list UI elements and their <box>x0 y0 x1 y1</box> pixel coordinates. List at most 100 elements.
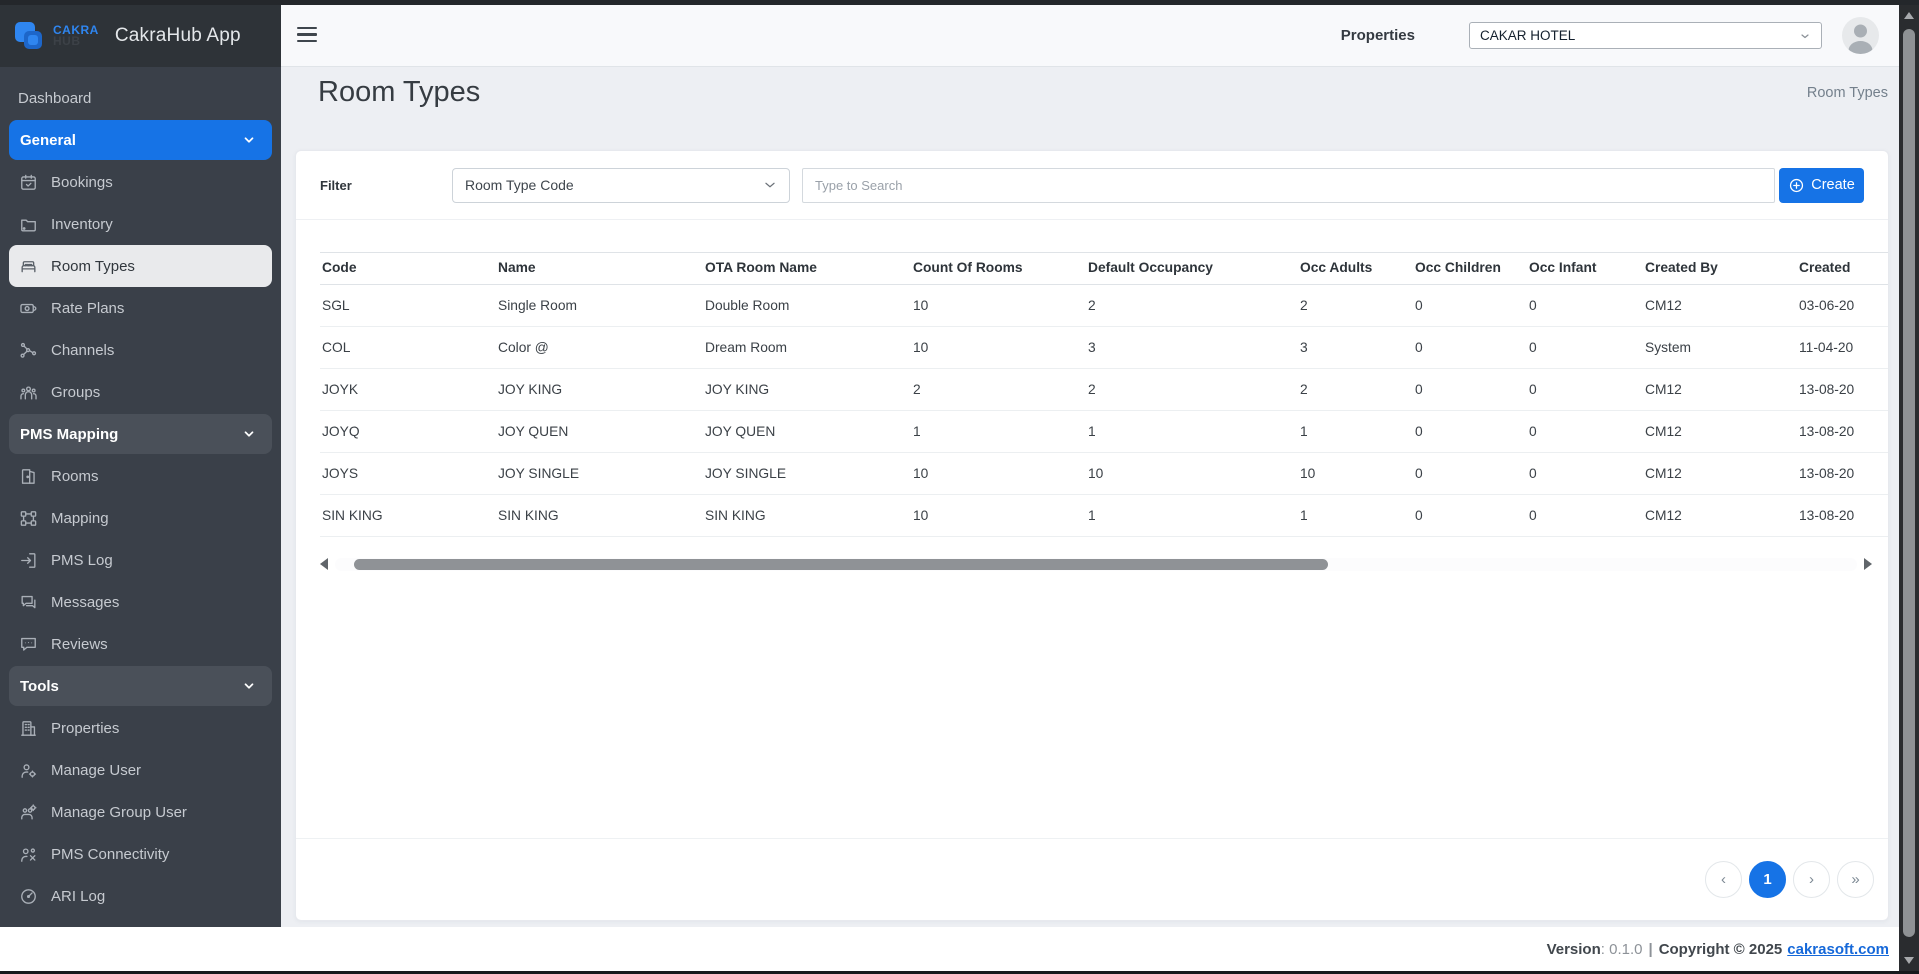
copyright-text: Copyright © 2025 <box>1659 941 1783 958</box>
version-colon: : <box>1601 941 1609 958</box>
sidebar-section-general[interactable]: General <box>9 120 272 160</box>
column-header-count-of-rooms: Count Of Rooms <box>911 253 1086 285</box>
share-nodes-icon <box>18 340 38 360</box>
column-header-name: Name <box>496 253 703 285</box>
create-button-label: Create <box>1811 177 1855 193</box>
filter-type-select[interactable]: Room Type Code <box>452 168 790 203</box>
scroll-right-arrow-icon[interactable] <box>1864 558 1872 570</box>
table-row: JOYKJOY KINGJOY KING22200CM1213-08-20 <box>320 369 1888 411</box>
room-types-card: Filter Room Type Code Create Co <box>295 150 1889 921</box>
sidebar-item-pms-log[interactable]: PMS Log <box>0 539 281 581</box>
version-label: Version <box>1547 941 1601 958</box>
column-header-occ-adults: Occ Adults <box>1298 253 1413 285</box>
pagination-bar: ‹ 1 › » <box>296 838 1888 920</box>
sidebar-item-channels[interactable]: Channels <box>0 329 281 371</box>
circle-plus-icon <box>1788 177 1805 194</box>
user-avatar[interactable] <box>1842 17 1879 54</box>
sidebar-nav: Dashboard General Bookings Inventory Roo… <box>0 67 281 927</box>
table-row: SGLSingle RoomDouble Room102200CM1203-06… <box>320 285 1888 327</box>
filter-label: Filter <box>320 178 452 193</box>
sidebar-item-groups[interactable]: Groups <box>0 371 281 413</box>
column-header-occ-children: Occ Children <box>1413 253 1527 285</box>
horizontal-scrollbar-track[interactable] <box>335 558 1857 571</box>
table-row: SIN KINGSIN KINGSIN KING101100CM1213-08-… <box>320 495 1888 537</box>
sidebar: CAKRAHUB CakraHub App Dashboard General … <box>0 5 281 927</box>
folder-icon <box>18 214 38 234</box>
comment-stars-icon <box>18 634 38 654</box>
column-header-code: Code <box>320 253 496 285</box>
version-value: 0.1.0 <box>1609 941 1642 958</box>
sidebar-item-mapping[interactable]: Mapping <box>0 497 281 539</box>
sidebar-item-reviews[interactable]: Reviews <box>0 623 281 665</box>
column-header-created: Created <box>1797 253 1888 285</box>
search-input[interactable] <box>802 168 1775 203</box>
sidebar-item-manage-user[interactable]: Manage User <box>0 749 281 791</box>
pagination-prev-button[interactable]: ‹ <box>1705 861 1742 898</box>
chevron-down-icon <box>763 178 777 192</box>
column-header-created-by: Created By <box>1643 253 1797 285</box>
chevron-down-icon <box>242 133 256 147</box>
sidebar-item-inventory[interactable]: Inventory <box>0 203 281 245</box>
cakrahub-logo-icon: CAKRAHUB <box>14 20 99 52</box>
sidebar-item-rate-plans[interactable]: Rate Plans <box>0 287 281 329</box>
pagination-next-button[interactable]: › <box>1793 861 1830 898</box>
chevron-down-icon <box>242 427 256 441</box>
user-gear-icon <box>18 760 38 780</box>
scroll-left-arrow-icon[interactable] <box>320 558 328 570</box>
table-header-row: Code Name OTA Room Name Count Of Rooms D… <box>320 253 1888 285</box>
gauge-icon <box>18 886 38 906</box>
comments-icon <box>18 592 38 612</box>
table-row: COLColor @Dream Room103300System11-04-20 <box>320 327 1888 369</box>
sidebar-toggle-button[interactable] <box>297 27 317 43</box>
sidebar-section-pms-mapping[interactable]: PMS Mapping <box>9 414 272 454</box>
pagination-page-1-button[interactable]: 1 <box>1749 861 1786 898</box>
property-select[interactable]: CAKAR HOTEL <box>1469 22 1822 49</box>
money-icon <box>18 298 38 318</box>
horizontal-scrollbar-thumb[interactable] <box>354 559 1328 570</box>
room-types-table: Code Name OTA Room Name Count Of Rooms D… <box>320 252 1888 537</box>
column-header-occ-infant: Occ Infant <box>1527 253 1643 285</box>
vertical-scrollbar-thumb[interactable] <box>1903 29 1915 937</box>
brand[interactable]: CAKRAHUB CakraHub App <box>0 5 281 67</box>
chevron-down-icon <box>242 679 256 693</box>
filter-bar: Filter Room Type Code Create <box>296 151 1888 220</box>
sidebar-item-rooms[interactable]: Rooms <box>0 455 281 497</box>
vertical-scrollbar[interactable] <box>1899 5 1919 971</box>
sidebar-item-room-types[interactable]: Room Types <box>9 245 272 287</box>
table-area: Code Name OTA Room Name Count Of Rooms D… <box>296 220 1888 838</box>
object-group-icon <box>18 508 38 528</box>
cakrasoft-link[interactable]: cakrasoft.com <box>1787 941 1889 958</box>
column-header-default-occupancy: Default Occupancy <box>1086 253 1298 285</box>
scroll-down-arrow-icon[interactable] <box>1904 957 1914 964</box>
page-footer: Version: 0.1.0 | Copyright © 2025 cakras… <box>0 927 1919 971</box>
pagination-last-button[interactable]: » <box>1837 861 1874 898</box>
sidebar-item-pms-connectivity[interactable]: PMS Connectivity <box>0 833 281 875</box>
main-content: Room Types Room Types Filter Room Type C… <box>281 67 1899 927</box>
window-top-border <box>0 0 1919 5</box>
breadcrumb: Room Types <box>1807 85 1888 101</box>
scroll-up-arrow-icon[interactable] <box>1904 12 1914 19</box>
sidebar-item-dashboard[interactable]: Dashboard <box>0 77 281 119</box>
users-gear-icon <box>18 802 38 822</box>
page-title: Room Types <box>318 76 480 109</box>
users-icon <box>18 382 38 402</box>
create-button[interactable]: Create <box>1779 168 1864 203</box>
sidebar-item-messages[interactable]: Messages <box>0 581 281 623</box>
sidebar-item-manage-group-user[interactable]: Manage Group User <box>0 791 281 833</box>
filter-type-value: Room Type Code <box>465 177 574 193</box>
table-row: JOYQJOY QUENJOY QUEN11100CM1213-08-20 <box>320 411 1888 453</box>
door-icon <box>18 466 38 486</box>
column-header-ota-room-name: OTA Room Name <box>703 253 911 285</box>
horizontal-scrollbar <box>320 556 1872 572</box>
sidebar-section-tools[interactable]: Tools <box>9 666 272 706</box>
calendar-check-icon <box>18 172 38 192</box>
sidebar-item-bookings[interactable]: Bookings <box>0 161 281 203</box>
sidebar-item-log-email[interactable]: Log Email <box>0 917 281 927</box>
sidebar-item-ari-log[interactable]: ARI Log <box>0 875 281 917</box>
top-navbar: Properties CAKAR HOTEL <box>281 5 1899 67</box>
table-row: JOYSJOY SINGLEJOY SINGLE10101000CM1213-0… <box>320 453 1888 495</box>
sidebar-item-properties[interactable]: Properties <box>0 707 281 749</box>
user-network-icon <box>18 844 38 864</box>
table-scroll-viewport: Code Name OTA Room Name Count Of Rooms D… <box>320 252 1888 537</box>
chevron-down-icon <box>1799 30 1811 42</box>
